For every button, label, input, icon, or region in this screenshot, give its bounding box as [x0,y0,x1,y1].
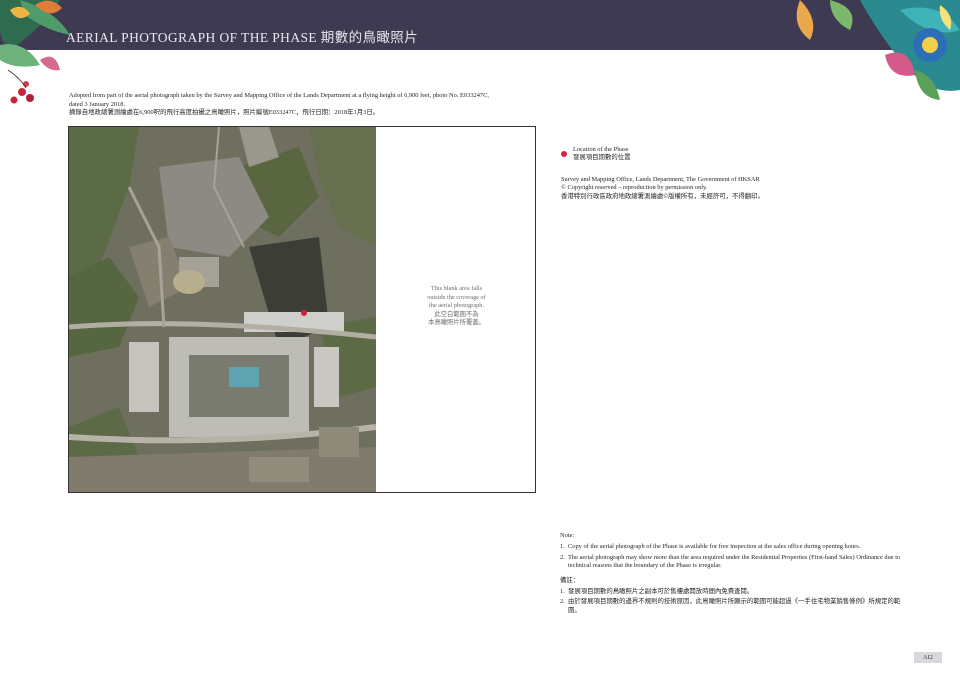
note-item: 1. 發展項目期數的鳥瞰照片之副本可於售樓處開放時間內免費查閱。 [560,588,905,596]
note-item: 2. 由於發展項目期數的邊界不規則的技術原因，此鳥瞰照片所顯示的範圍可能超過《一手… [560,598,905,615]
note-text: The aerial photograph may show more than… [568,553,901,570]
blank-area: This blank area falls outside the covera… [376,127,535,492]
blank-area-note-zh-2: 本鳥瞰照片所覆蓋。 [428,319,485,327]
legend: Location of the Phase 發展項目期數的位置 [561,146,861,163]
note-item: 1. Copy of the aerial photograph of the P… [560,543,905,551]
credit-line-3: 香港特別行政區政府地政總署測繪處©版權所有，未經許可，不得翻印。 [561,192,764,200]
photo-source-caption-zh: 摘錄自地政總署測繪處在6,900呎的飛行高度拍攝之鳥瞰照片，照片編號E03324… [69,109,380,117]
note-number: 1. [560,543,565,551]
copyright-credit: Survey and Mapping Office, Lands Departm… [561,176,861,201]
photo-source-caption-en: Adopted from part of the aerial photogra… [69,92,489,108]
note-text: 發展項目期數的鳥瞰照片之副本可於售樓處開放時間內免費查閱。 [568,588,754,596]
blank-area-note: This blank area falls outside the covera… [376,285,535,328]
phase-location-marker [301,310,307,316]
photo-source-caption: Adopted from part of the aerial photogra… [69,92,489,118]
notes-section: Note: 1. Copy of the aerial photograph of… [560,532,905,617]
aerial-photograph [69,127,376,492]
blank-area-note-en-1: This blank area falls [430,285,483,292]
notes-heading-en: Note: [560,532,575,539]
note-number: 2. [560,553,565,561]
legend-label-zh: 發展項目期數的位置 [573,154,631,162]
notes-list-en: 1. Copy of the aerial photograph of the P… [560,543,905,570]
credit-line-1: Survey and Mapping Office, Lands Departm… [561,176,760,183]
note-item: 2. The aerial photograph may show more th… [560,554,905,571]
blank-area-note-en-3: the aerial photograph. [428,302,485,310]
note-number: 2. [560,598,565,606]
page-title: AERIAL PHOTOGRAPH OF THE PHASE 期數的鳥瞰照片 [66,30,419,45]
notes-heading-zh: 備註： [560,576,580,584]
notes-list-zh: 1. 發展項目期數的鳥瞰照片之副本可於售樓處開放時間內免費查閱。 2. 由於發展項目… [560,588,905,615]
blank-area-note-en-2: outside the coverage of [427,293,486,301]
legend-marker-icon [561,151,567,157]
note-text: 由於發展項目期數的邊界不規則的技術原因，此鳥瞰照片所顯示的範圍可能超過《一手住宅… [568,598,901,614]
page-number: AI2 [914,652,942,663]
note-text: Copy of the aerial photograph of the Pha… [568,543,861,551]
credit-line-2: © Copyright reserved – reproduction by p… [561,184,708,192]
aerial-photo-frame: This blank area falls outside the covera… [68,126,536,493]
note-number: 1. [560,588,565,596]
